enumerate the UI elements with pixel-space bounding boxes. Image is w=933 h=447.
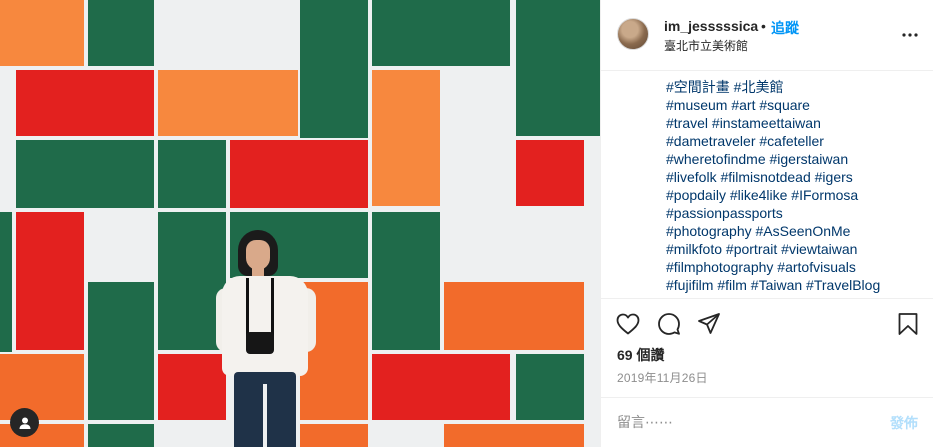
wall-tile — [372, 70, 440, 206]
follow-button[interactable]: 追蹤 — [771, 18, 799, 38]
wall-tile — [372, 0, 510, 66]
wall-tile — [88, 0, 154, 66]
caption-line[interactable]: #passionpassports — [666, 204, 928, 222]
caption: #空間計畫 #北美館 #museum #art #square #travel … — [666, 78, 928, 294]
wall-tile — [0, 354, 84, 420]
comment-bar: 發佈 — [601, 397, 933, 447]
person-figure — [214, 226, 320, 447]
wall-tile — [16, 212, 84, 350]
wall-tile — [516, 354, 584, 420]
user-tag-icon[interactable] — [10, 408, 39, 437]
wall-tile — [230, 140, 368, 208]
heart-icon[interactable] — [615, 311, 641, 337]
wall-tile — [372, 354, 510, 420]
caption-line[interactable]: #milkfoto #portrait #viewtaiwan — [666, 240, 928, 258]
caption-line[interactable]: #photography #AsSeenOnMe — [666, 222, 928, 240]
post-actions: 69 個讚 2019年11月26日 發佈 — [601, 298, 933, 447]
caption-line[interactable]: #filmphotography #artofvisuals — [666, 258, 928, 276]
avatar[interactable] — [617, 18, 649, 50]
wall-tile — [444, 282, 584, 350]
wall-tile — [516, 0, 600, 136]
comment-input[interactable] — [617, 411, 867, 433]
caption-line[interactable]: #museum #art #square — [666, 96, 928, 114]
caption-line[interactable]: #fujifilm #film #Taiwan #TravelBlog — [666, 276, 928, 294]
caption-line[interactable]: #livefolk #filmisnotdead #igers — [666, 168, 928, 186]
wall-tile — [0, 212, 12, 352]
wall-tile — [372, 212, 440, 350]
post-date[interactable]: 2019年11月26日 — [617, 369, 708, 386]
caption-line[interactable]: #popdaily #like4like #IFormosa — [666, 186, 928, 204]
camera — [246, 332, 274, 354]
wall-tile — [300, 0, 368, 138]
share-icon[interactable] — [696, 311, 722, 337]
wall-tile — [88, 282, 154, 420]
wall-tile — [444, 424, 584, 447]
separator-dot: • — [761, 18, 766, 34]
wall-tile — [16, 70, 154, 136]
wall-tile — [158, 140, 226, 208]
caption-line[interactable]: #dametraveler #cafeteller — [666, 132, 928, 150]
more-options-icon[interactable] — [901, 26, 919, 44]
post-photo[interactable] — [0, 0, 600, 447]
caption-line[interactable]: #wheretofindme #igerstaiwan — [666, 150, 928, 168]
wall-tile — [158, 70, 298, 136]
wall-tile — [0, 0, 84, 66]
post-comment-button[interactable]: 發佈 — [890, 413, 918, 433]
caption-line[interactable]: #travel #instameettaiwan — [666, 114, 928, 132]
bookmark-icon[interactable] — [895, 311, 921, 337]
username[interactable]: im_jesssssica — [664, 18, 758, 34]
post-header: im_jesssssica • 追蹤 臺北市立美術館 — [601, 0, 933, 71]
location-link[interactable]: 臺北市立美術館 — [664, 37, 748, 54]
post-side-panel: im_jesssssica • 追蹤 臺北市立美術館 #空間計畫 #北美館 #m… — [600, 0, 933, 447]
likes-count[interactable]: 69 個讚 — [617, 345, 664, 365]
comment-icon[interactable] — [656, 311, 682, 337]
wall-tile — [16, 140, 154, 208]
wall-tile — [88, 424, 154, 447]
wall-tile — [516, 140, 584, 206]
caption-line[interactable]: #空間計畫 #北美館 — [666, 78, 928, 96]
